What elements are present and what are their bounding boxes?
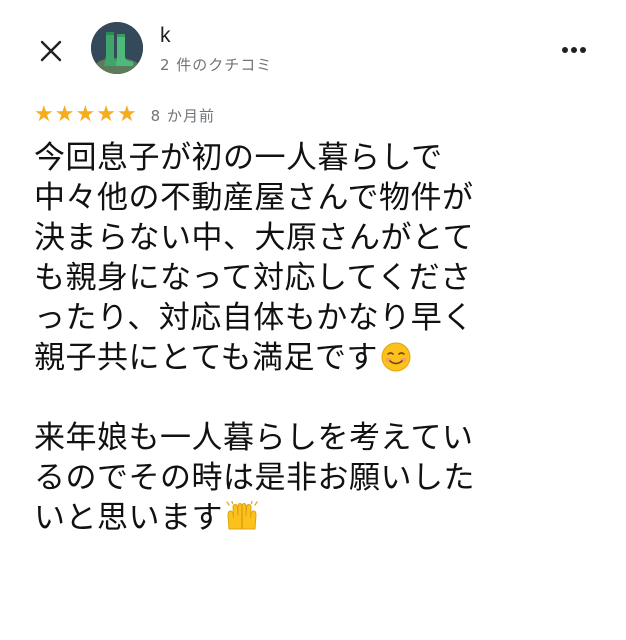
more-horizontal-icon <box>562 47 586 53</box>
reviewer-review-count[interactable]: 2 件のクチコミ <box>160 54 272 75</box>
reviewer-name[interactable]: k <box>160 24 171 48</box>
review-line: ったり、対応自体もかなり早く <box>34 300 474 336</box>
star-icon: ★ <box>96 102 116 127</box>
review-line: 今回息子が初の一人暮らしで <box>34 140 443 176</box>
review-line-with-emoji: 親子共にとても満足です <box>34 338 604 378</box>
review-text: 今回息子が初の一人暮らしで 中々他の不動産屋さんで物件が 決まらない中、大原さん… <box>34 138 604 538</box>
review-line: 来年娘も一人暮らしを考えてい <box>34 420 474 456</box>
review-line-with-emoji: いと思います <box>34 498 604 538</box>
star-icon: ★ <box>75 102 96 127</box>
more-options-button[interactable] <box>556 36 592 64</box>
review-line: 決まらない中、大原さんがとて <box>34 220 475 256</box>
smiling-face-emoji-icon <box>380 341 412 383</box>
close-button[interactable] <box>34 34 68 68</box>
star-icon: ★ <box>34 102 54 127</box>
star-icon: ★ <box>116 102 137 127</box>
review-line: るのでその時は是非お願いした <box>34 460 475 496</box>
review-date: 8 か月前 <box>150 106 215 125</box>
review-detail-page: k 2 件のクチコミ ★ ★ ★ ★ ★ 8 か月前 今回息子が初の一人暮らしで… <box>0 0 626 640</box>
review-line: 中々他の不動産屋さんで物件が <box>34 180 474 216</box>
star-rating: ★ ★ ★ ★ ★ <box>34 104 137 126</box>
review-line: も親身になって対応してくださ <box>34 260 472 296</box>
review-blank-line <box>34 378 604 418</box>
avatar[interactable] <box>91 22 143 74</box>
rain-boots-avatar-image <box>91 22 143 74</box>
rating-row: ★ ★ ★ ★ ★ 8 か月前 <box>34 103 215 127</box>
close-icon <box>40 40 62 62</box>
review-line: いと思います <box>34 500 223 536</box>
review-line: 親子共にとても満足です <box>34 340 379 376</box>
star-icon: ★ <box>54 102 75 127</box>
raised-hands-emoji-icon <box>225 500 259 543</box>
